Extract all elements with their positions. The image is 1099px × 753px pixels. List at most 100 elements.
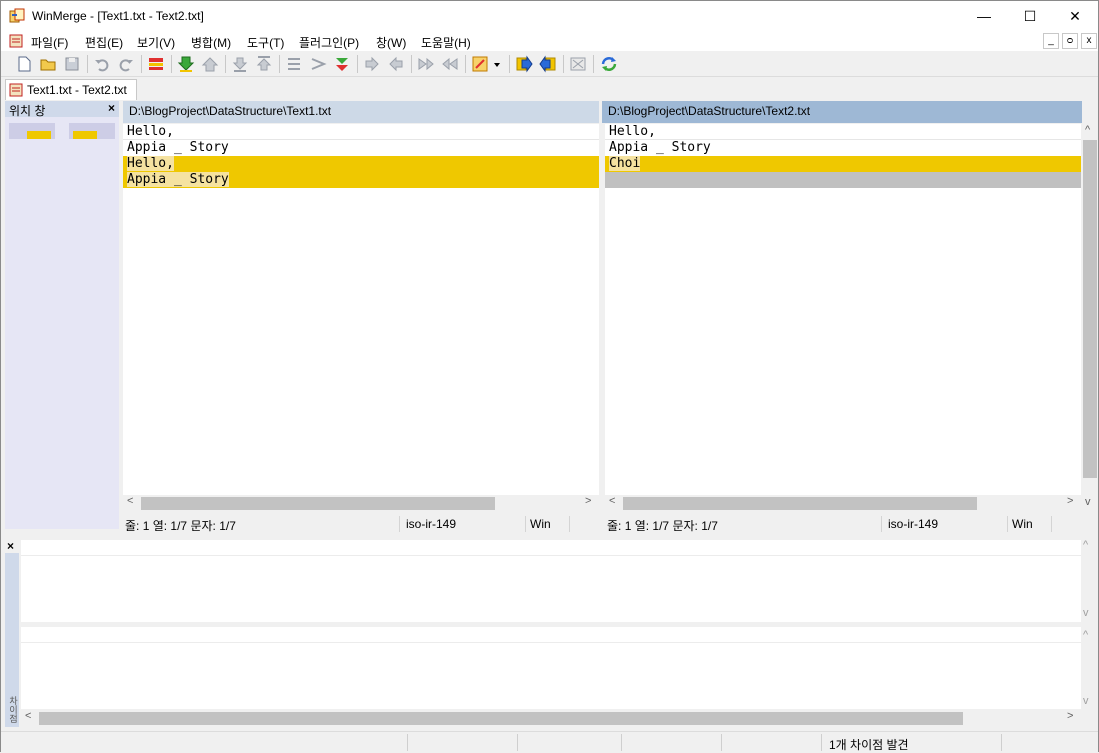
close-button[interactable]: ✕ [1052, 1, 1098, 31]
left-editor[interactable]: Hello, Appia _ Story Hello, Appia _ Stor… [123, 124, 599, 495]
scroll-down-icon[interactable]: v [1085, 496, 1091, 508]
merge-all-icon[interactable] [569, 55, 587, 73]
copy-to-left-icon[interactable] [539, 55, 557, 73]
prev-diff-icon[interactable] [201, 55, 219, 73]
left-line-3-text: Hello, [127, 156, 174, 171]
refresh-icon[interactable] [600, 55, 618, 73]
prev-conflict-icon[interactable] [309, 55, 327, 73]
tab-label: Text1.txt - Text2.txt [27, 83, 127, 97]
location-pane-close-button[interactable]: × [108, 101, 115, 115]
right-pane-status: 줄: 1 열: 1/7 문자: 1/7 iso-ir-149 Win [605, 514, 1081, 534]
left-horizontal-scrollbar[interactable]: < > [123, 495, 599, 511]
diff-pane-left-view[interactable] [21, 540, 1081, 622]
scroll-left-icon[interactable]: < [609, 495, 615, 507]
toolbar-separator [357, 55, 358, 73]
status-divider [517, 734, 518, 751]
new-file-icon[interactable] [15, 55, 33, 73]
diff-pane-close-button[interactable]: × [7, 539, 14, 553]
right-editor[interactable]: Hello, Appia _ Story Choi [605, 124, 1081, 495]
diff-pane-row [21, 627, 1081, 643]
copy-to-right-icon[interactable] [515, 55, 533, 73]
location-pane-title: 위치 창 [9, 104, 46, 118]
left-pane-status: 줄: 1 열: 1/7 문자: 1/7 iso-ir-149 Win [123, 514, 599, 534]
left-scroll-thumb[interactable] [141, 497, 495, 510]
status-divider [569, 516, 570, 532]
title-bar: WinMerge - [Text1.txt - Text2.txt] — ☐ ✕ [1, 1, 1098, 31]
toolbar-separator [593, 55, 594, 73]
next-diff-icon[interactable] [177, 55, 195, 73]
scroll-left-icon[interactable]: < [25, 710, 31, 722]
right-line-3-text: Choi [609, 156, 641, 171]
copy-left-icon[interactable] [387, 55, 405, 73]
scroll-down-icon[interactable]: v [1083, 607, 1089, 619]
undo-icon[interactable] [93, 55, 111, 73]
right-horizontal-scrollbar[interactable]: < > [605, 495, 1081, 511]
status-divider [1001, 734, 1002, 751]
left-line-1[interactable]: Hello, [123, 124, 599, 140]
toolbar-separator [225, 55, 226, 73]
status-divider [821, 734, 822, 751]
left-cursor-position: 줄: 1 열: 1/7 문자: 1/7 [125, 519, 236, 533]
right-line-1[interactable]: Hello, [605, 124, 1081, 140]
menu-view[interactable]: 보기(V) [137, 34, 175, 51]
vertical-scroll-thumb[interactable] [1083, 140, 1097, 478]
diff-pane-right-view[interactable] [21, 627, 1081, 709]
menu-merge[interactable]: 병합(M) [191, 34, 231, 51]
left-line-4[interactable]: Appia _ Story [123, 172, 599, 188]
menu-edit[interactable]: 편집(E) [85, 34, 123, 51]
chevron-down-icon[interactable] [492, 55, 502, 73]
status-divider [525, 516, 526, 532]
maximize-button[interactable]: ☐ [1007, 1, 1053, 31]
right-line-3[interactable]: Choi [605, 156, 1081, 172]
scroll-right-icon[interactable]: > [1067, 710, 1073, 722]
scroll-up-icon[interactable]: ^ [1083, 629, 1088, 641]
right-line-2[interactable]: Appia _ Story [605, 140, 1081, 156]
first-diff-icon[interactable] [231, 55, 249, 73]
menu-help[interactable]: 도움말(H) [421, 34, 471, 51]
diff-horizontal-scrollbar[interactable]: < > [21, 710, 1081, 726]
diff-scroll-thumb[interactable] [39, 712, 963, 725]
save-icon[interactable] [63, 55, 81, 73]
next-conflict-icon[interactable] [333, 55, 351, 73]
diff-pane-side-tab[interactable]: 차이점 [5, 553, 19, 727]
menu-file[interactable]: 파일(F) [31, 34, 68, 51]
status-divider [1007, 516, 1008, 532]
current-diff-icon[interactable] [285, 55, 303, 73]
document-icon[interactable] [9, 34, 23, 48]
last-diff-icon[interactable] [255, 55, 273, 73]
redo-icon[interactable] [117, 55, 135, 73]
open-folder-icon[interactable] [39, 55, 57, 73]
location-pane: 위치 창 × [5, 101, 119, 529]
copy-right-icon[interactable] [363, 55, 381, 73]
scroll-up-icon[interactable]: ^ [1083, 539, 1088, 551]
toolbar-separator [87, 55, 88, 73]
status-divider [721, 734, 722, 751]
scroll-up-icon[interactable]: ^ [1085, 124, 1090, 136]
options-icon[interactable] [147, 55, 165, 73]
left-line-4-text: Appia _ Story [127, 172, 229, 187]
tab-text1-text2[interactable]: Text1.txt - Text2.txt [5, 79, 137, 100]
toolbar-separator [141, 55, 142, 73]
copy-right-advance-icon[interactable] [417, 55, 435, 73]
scroll-right-icon[interactable]: > [1067, 495, 1073, 507]
toolbar-separator [563, 55, 564, 73]
menu-plugins[interactable]: 플러그인(P) [299, 34, 359, 51]
menu-tools[interactable]: 도구(T) [247, 34, 284, 51]
mdi-close-button[interactable]: x [1081, 33, 1097, 49]
copy-left-advance-icon[interactable] [441, 55, 459, 73]
mdi-minimize-button[interactable]: _ [1043, 33, 1059, 49]
toolbar-separator [509, 55, 510, 73]
scroll-right-icon[interactable]: > [585, 495, 591, 507]
location-overview-bar[interactable] [9, 123, 115, 139]
right-scroll-thumb[interactable] [623, 497, 977, 510]
left-line-2[interactable]: Appia _ Story [123, 140, 599, 156]
highlight-color-icon[interactable] [471, 55, 489, 73]
toolbar-separator [465, 55, 466, 73]
scroll-down-icon[interactable]: v [1083, 695, 1089, 707]
vertical-scrollbar[interactable]: ^ v [1082, 124, 1098, 510]
mdi-restore-button[interactable]: ᴑ [1062, 33, 1078, 49]
menu-window[interactable]: 창(W) [376, 34, 406, 51]
scroll-left-icon[interactable]: < [127, 495, 133, 507]
left-line-3[interactable]: Hello, [123, 156, 599, 172]
minimize-button[interactable]: — [961, 1, 1007, 31]
